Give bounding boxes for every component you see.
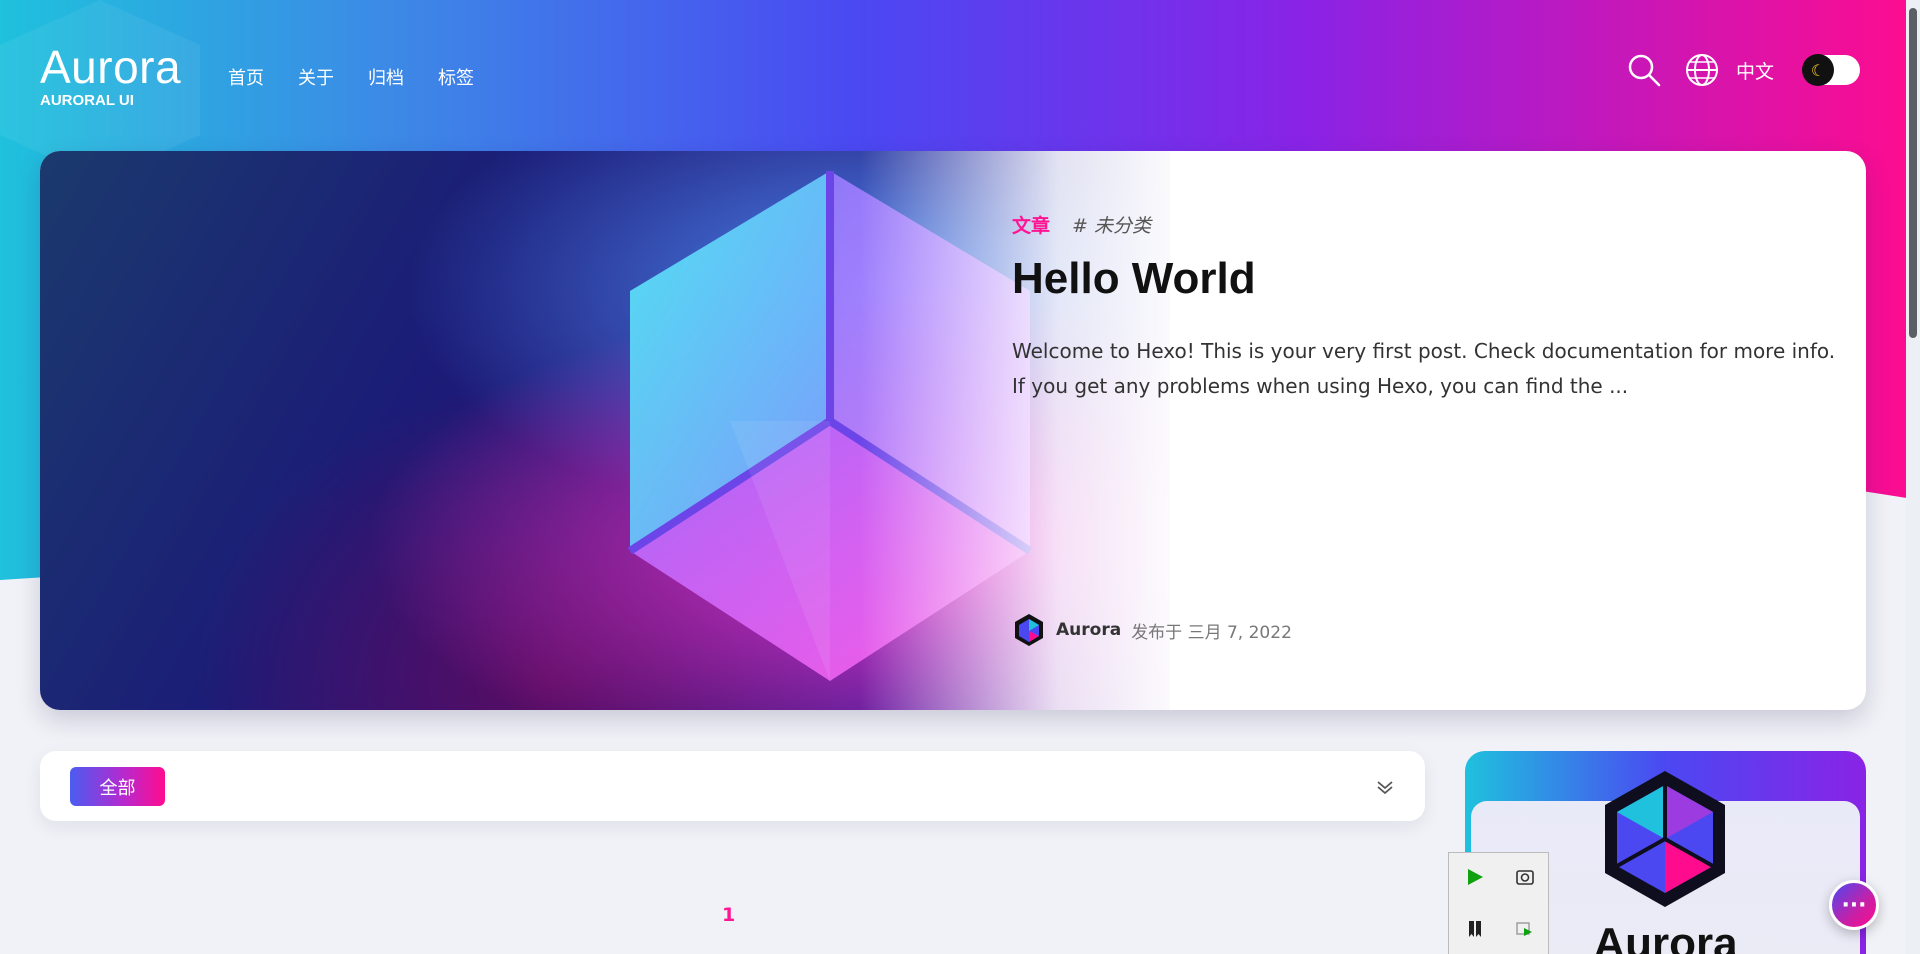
author-name[interactable]: Aurora xyxy=(1056,620,1121,640)
featured-post-text: 文章 # 未分类 Hello World Welcome to Hexo! Th… xyxy=(1012,211,1852,404)
nav-link-tags[interactable]: 标签 xyxy=(438,64,474,90)
record-icon[interactable] xyxy=(1505,909,1545,949)
profile-avatar xyxy=(1605,771,1725,907)
bookmark-icon[interactable] xyxy=(1455,909,1495,949)
filter-all-button[interactable]: 全部 xyxy=(70,767,165,806)
nav-link-home[interactable]: 首页 xyxy=(228,64,264,90)
more-actions-button[interactable]: ··· xyxy=(1829,880,1879,930)
play-icon[interactable] xyxy=(1455,857,1495,897)
author-avatar[interactable] xyxy=(1012,613,1046,647)
header-controls: 中文 ☾ xyxy=(1624,50,1860,90)
top-nav: Aurora AURORAL UI 首页 关于 归档 标签 中文 ☾ xyxy=(0,0,1920,150)
moon-icon: ☾ xyxy=(1802,54,1834,86)
theme-toggle[interactable]: ☾ xyxy=(1802,54,1860,86)
tag-label[interactable]: # 未分类 xyxy=(1072,211,1151,238)
post-tags: 文章 # 未分类 xyxy=(1012,211,1852,238)
nav-link-about[interactable]: 关于 xyxy=(298,64,334,90)
category-filter-bar: 全部 xyxy=(40,751,1425,821)
post-date: 发布于 三月 7, 2022 xyxy=(1131,622,1292,643)
featured-post-card[interactable]: 文章 # 未分类 Hello World Welcome to Hexo! Th… xyxy=(40,151,1866,710)
pagination-current-page[interactable]: 1 xyxy=(722,904,735,926)
nav-link-archives[interactable]: 归档 xyxy=(368,64,404,90)
scrollbar-thumb[interactable] xyxy=(1909,8,1917,338)
post-meta: Aurora 发布于 三月 7, 2022 xyxy=(1012,613,1292,647)
site-logo-subtitle: AURORAL UI xyxy=(40,92,134,109)
page-scrollbar[interactable] xyxy=(1906,0,1920,954)
nav-links: 首页 关于 归档 标签 xyxy=(228,64,474,90)
post-excerpt: Welcome to Hexo! This is your very first… xyxy=(1012,339,1836,398)
post-title[interactable]: Hello World xyxy=(1012,254,1852,304)
chevron-down-icon[interactable] xyxy=(1375,777,1395,797)
floating-toolbar xyxy=(1448,852,1549,954)
category-label[interactable]: 文章 xyxy=(1012,211,1050,238)
search-icon[interactable] xyxy=(1624,50,1664,90)
screenshot-icon[interactable] xyxy=(1505,857,1545,897)
globe-icon[interactable] xyxy=(1682,50,1722,90)
language-selector[interactable]: 中文 xyxy=(1736,57,1774,84)
site-logo-title[interactable]: Aurora xyxy=(40,40,181,94)
